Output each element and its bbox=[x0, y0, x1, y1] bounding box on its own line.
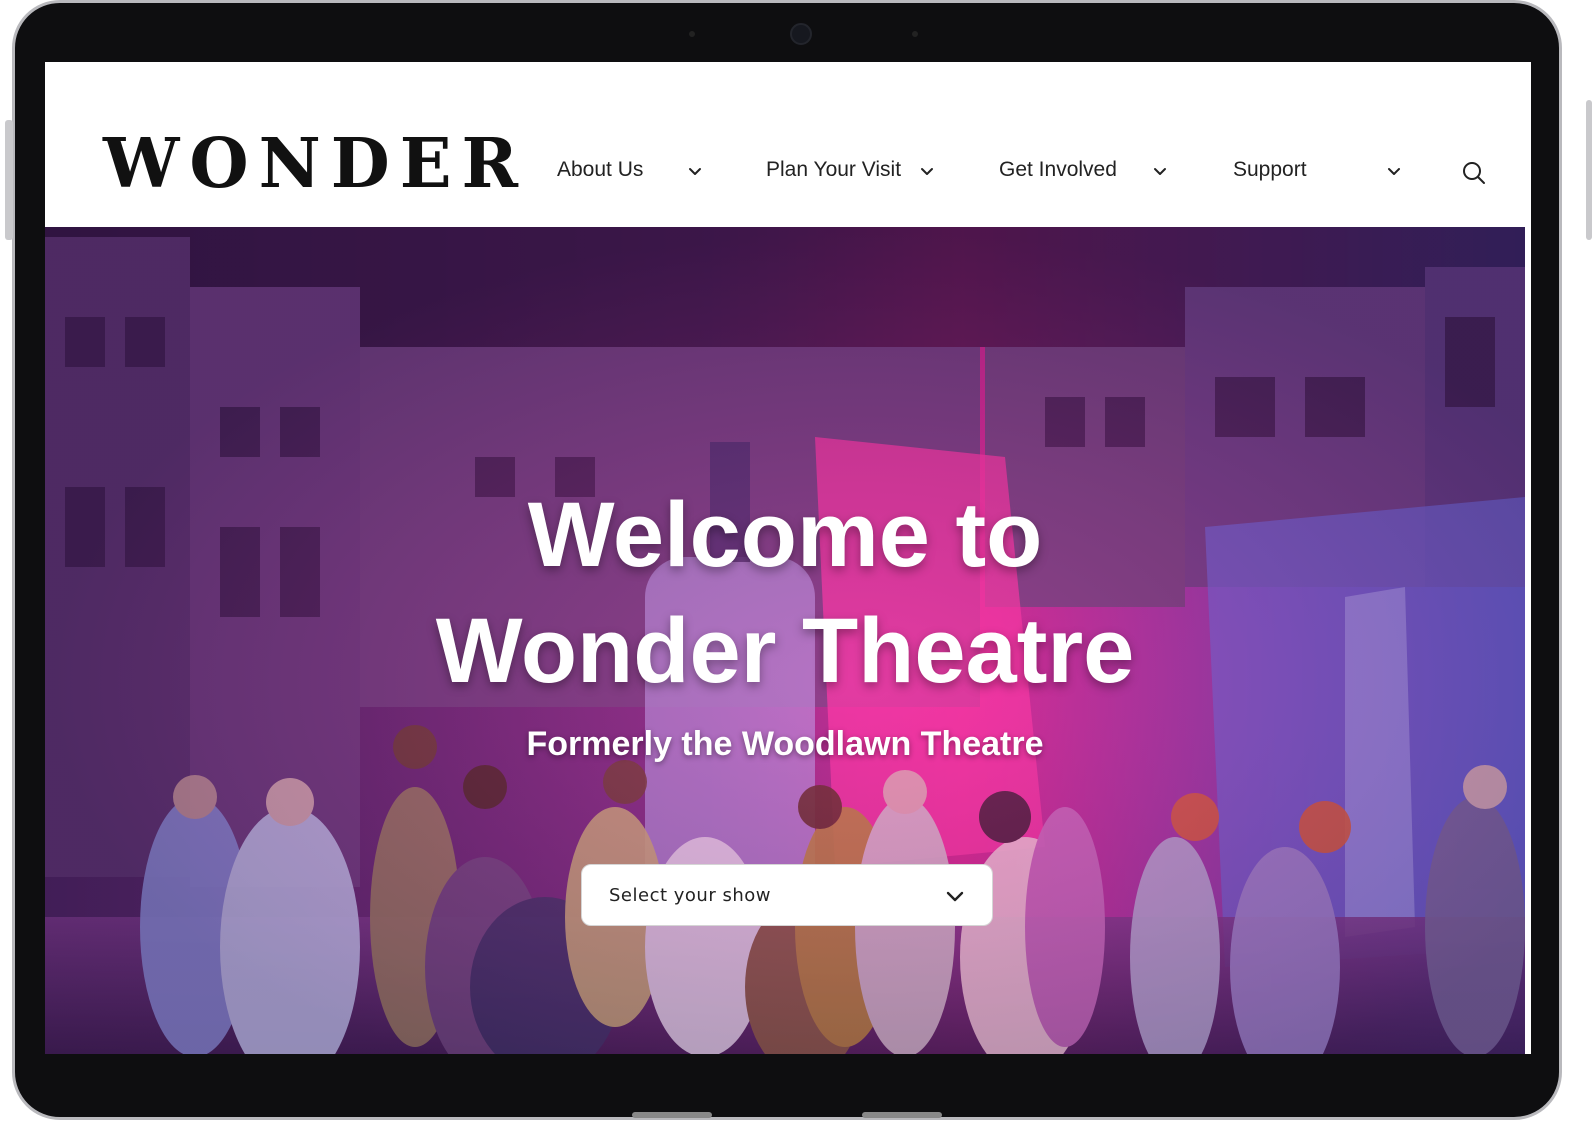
front-camera bbox=[790, 23, 812, 45]
hero-subtitle: Formerly the Woodlawn Theatre bbox=[526, 725, 1044, 763]
sensor-dot bbox=[689, 31, 695, 37]
show-select-dropdown[interactable]: Select your show bbox=[581, 864, 993, 926]
chevron-down-icon[interactable] bbox=[688, 166, 702, 178]
nav-item-label: Support bbox=[1233, 158, 1307, 181]
volume-button bbox=[5, 120, 13, 240]
search-icon[interactable] bbox=[1461, 160, 1487, 186]
chevron-down-icon[interactable] bbox=[920, 166, 934, 178]
sensor-dot bbox=[912, 31, 918, 37]
show-select-placeholder: Select your show bbox=[609, 885, 771, 906]
chevron-down-icon[interactable] bbox=[1387, 166, 1401, 178]
nav-item-plan-your-visit[interactable]: Plan Your Visit bbox=[766, 158, 901, 182]
nav-item-get-involved[interactable]: Get Involved bbox=[999, 158, 1117, 182]
power-button bbox=[1586, 100, 1592, 240]
hero-title-line: Wonder Theatre bbox=[435, 600, 1135, 702]
wonder-logo[interactable]: WONDER bbox=[103, 130, 528, 198]
hero-title-line: Welcome to bbox=[527, 484, 1043, 586]
nav-item-about-us[interactable]: About Us bbox=[557, 158, 643, 182]
hero-banner: Welcome to Wonder Theatre Formerly the W… bbox=[45, 227, 1525, 1054]
chevron-down-icon[interactable] bbox=[1153, 166, 1167, 178]
device-edge-detail bbox=[632, 1112, 712, 1118]
hero-title: Welcome to Wonder Theatre bbox=[45, 477, 1525, 709]
screen: WONDER About Us Plan Your Visit Get Invo… bbox=[45, 62, 1531, 1054]
chevron-down-icon bbox=[946, 891, 964, 902]
nav-item-label: Plan Your Visit bbox=[766, 158, 902, 181]
nav-item-label: Get Involved bbox=[999, 158, 1117, 181]
device-edge-detail bbox=[862, 1112, 942, 1118]
nav-item-label: About Us bbox=[557, 158, 644, 181]
nav-item-support[interactable]: Support bbox=[1233, 158, 1307, 182]
site-header: WONDER About Us Plan Your Visit Get Invo… bbox=[45, 62, 1531, 227]
